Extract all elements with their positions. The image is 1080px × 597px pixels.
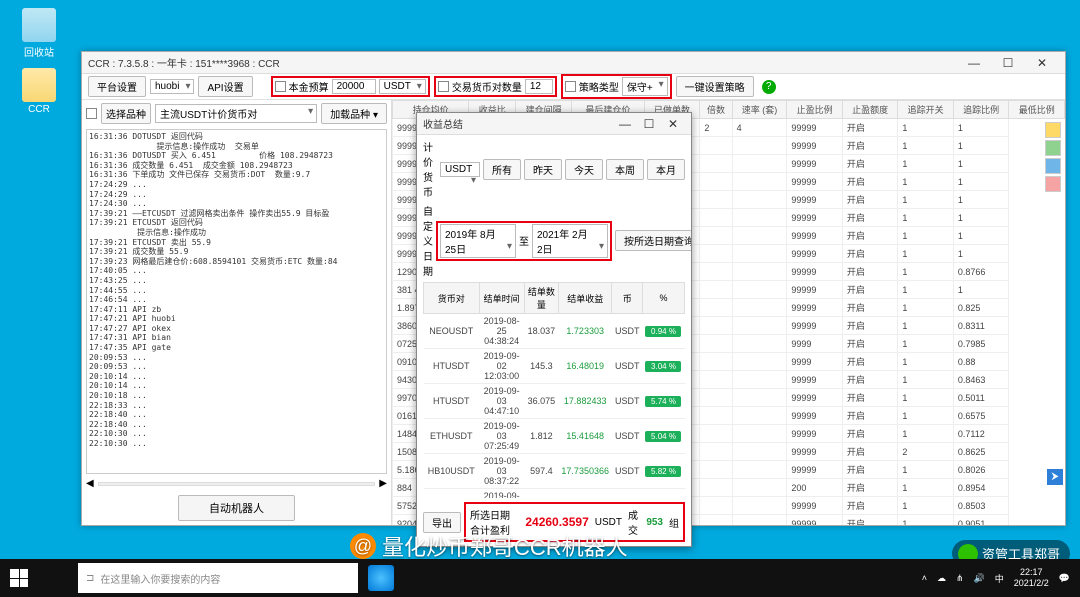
log-textarea[interactable]: 16:31:36 DOTUSDT 返回代码 提示信息:操作成功 交易单 16:3… (86, 129, 387, 474)
platform-config-button[interactable]: 平台设置 (88, 76, 146, 97)
strategy-checkbox[interactable] (565, 81, 576, 92)
range-week-button[interactable]: 本周 (606, 159, 644, 180)
currency-select[interactable]: USDT (440, 162, 480, 177)
taskbar-clock[interactable]: 22:17 2021/2/2 (1014, 567, 1049, 589)
profit-table[interactable]: 货币对结单时间结单数量结单收益币%NEOUSDT2019-08-25 04:38… (423, 282, 685, 498)
window-title: CCR : 7.3.5.8 : 一年卡 : 151****3968 : CCR (88, 55, 280, 70)
taskbar: ⊐ 在这里输入你要搜索的内容 ˄ ☁ ⋔ 🔊 中 22:17 2021/2/2 … (0, 559, 1080, 597)
minimize-button[interactable]: — (957, 53, 991, 73)
select-variety-checkbox[interactable] (86, 108, 97, 119)
popup-close-button[interactable]: ✕ (661, 114, 685, 134)
ccr-label: CCR (28, 104, 50, 115)
principal-unit-select[interactable]: USDT (379, 79, 426, 94)
table-row[interactable]: HB10USDT2019-09-03 08:37:22597.417.73503… (424, 454, 685, 489)
close-button[interactable]: ✕ (1025, 53, 1059, 73)
recycle-label: 回收站 (24, 48, 54, 59)
table-row[interactable]: HTUSDT2019-09-03 04:47:1036.07517.882433… (424, 384, 685, 419)
sum-unit: USDT (595, 517, 622, 528)
clock-time: 22:17 (1014, 567, 1049, 578)
auto-robot-button[interactable]: 自动机器人 (178, 495, 295, 521)
variety-select[interactable]: 主流USDT计价货币对 (155, 104, 317, 123)
recycle-bin-icon[interactable]: 回收站 (14, 8, 64, 59)
maximize-button[interactable]: ☐ (991, 53, 1025, 73)
weibo-icon: @ (350, 533, 376, 559)
popup-title: 收益总结 (423, 116, 463, 131)
side-tab-4[interactable] (1045, 176, 1061, 192)
table-row[interactable]: NTCUSDT2019-09-03 08:40:180.03119.27135U… (424, 489, 685, 499)
strategy-select[interactable]: 保守+ (622, 77, 668, 96)
pair-count-label: 交易货币对数量 (452, 79, 522, 94)
range-month-button[interactable]: 本月 (647, 159, 685, 180)
principal-input[interactable]: 20000 (332, 79, 376, 94)
date-to-select[interactable]: 2021年 2月 2日 (532, 224, 608, 258)
pair-count-input[interactable]: 12 (525, 79, 553, 94)
strategy-label: 策略类型 (579, 79, 619, 94)
date-range-group: 2019年 8月25日 至 2021年 2月 2日 (436, 221, 612, 261)
table-row[interactable]: NEOUSDT2019-08-25 04:38:2418.0371.723303… (424, 314, 685, 349)
platform-select[interactable]: huobi (150, 79, 194, 94)
side-tab-2[interactable] (1045, 140, 1061, 156)
toolbar: 平台设置 huobi API设置 本金预算 20000 USDT 交易货币对数量… (82, 74, 1065, 100)
deal-label: 成交 (628, 507, 640, 537)
popup-maximize-button[interactable]: ☐ (637, 114, 661, 134)
scroll-right-icon[interactable]: ⮞ (1047, 469, 1063, 485)
pair-checkbox[interactable] (438, 81, 449, 92)
sum-value: 24260.3597 (525, 515, 588, 529)
tray-up-icon[interactable]: ˄ (922, 573, 927, 583)
side-tab-3[interactable] (1045, 158, 1061, 174)
side-tabs (1045, 122, 1063, 192)
ime-icon[interactable]: 中 (995, 572, 1004, 585)
watermark-text: 量化炒币郑哥CCR机器人 (382, 530, 628, 562)
deal-value: 953 (646, 517, 663, 528)
start-button[interactable] (0, 559, 38, 597)
edge-icon[interactable] (368, 565, 394, 591)
currency-label: 计价货币 (423, 139, 437, 199)
volume-icon[interactable]: 🔊 (974, 573, 985, 584)
principal-checkbox[interactable] (275, 81, 286, 92)
select-variety-button[interactable]: 选择品种 (101, 103, 151, 124)
query-button[interactable]: 按所选日期查询 (615, 230, 691, 251)
principal-group: 本金预算 20000 USDT (271, 76, 430, 97)
wifi-icon[interactable]: ⋔ (956, 573, 964, 584)
api-config-button[interactable]: API设置 (198, 76, 252, 97)
range-yesterday-button[interactable]: 昨天 (524, 159, 562, 180)
ccr-folder-icon[interactable]: CCR (14, 68, 64, 115)
left-panel: 选择品种 主流USDT计价货币对 加载品种 ▾ 16:31:36 DOTUSDT… (82, 100, 392, 525)
one-key-button[interactable]: 一键设置策略 (676, 76, 754, 97)
search-placeholder: 在这里输入你要搜索的内容 (100, 571, 220, 586)
deal-unit: 组 (669, 515, 679, 530)
main-titlebar: CCR : 7.3.5.8 : 一年卡 : 151****3968 : CCR … (82, 52, 1065, 74)
table-row[interactable]: HTUSDT2019-09-02 12:03:00145.316.48019US… (424, 349, 685, 384)
popup-minimize-button[interactable]: — (613, 114, 637, 134)
date-to-label: 至 (519, 233, 529, 248)
cloud-icon[interactable]: ☁ (937, 573, 946, 584)
custom-date-label: 自定义日期 (423, 203, 433, 278)
load-variety-button[interactable]: 加载品种 ▾ (321, 103, 387, 124)
side-tab-1[interactable] (1045, 122, 1061, 138)
help-icon[interactable]: ? (762, 80, 776, 94)
profit-summary-popup: 收益总结 — ☐ ✕ 计价货币 USDT 所有 昨天 今天 本周 本月 自定义日… (416, 112, 692, 547)
log-scrollbar[interactable] (98, 482, 376, 486)
table-row[interactable]: ETHUSDT2019-09-03 07:25:491.81215.41648U… (424, 419, 685, 454)
clock-date: 2021/2/2 (1014, 578, 1049, 589)
range-today-button[interactable]: 今天 (565, 159, 603, 180)
notification-icon[interactable]: 💬 (1059, 573, 1070, 584)
date-from-select[interactable]: 2019年 8月25日 (440, 224, 516, 258)
pair-count-group: 交易货币对数量 12 (434, 76, 557, 97)
range-all-button[interactable]: 所有 (483, 159, 521, 180)
taskbar-search[interactable]: ⊐ 在这里输入你要搜索的内容 (78, 563, 358, 593)
principal-label: 本金预算 (289, 79, 329, 94)
watermark: @量化炒币郑哥CCR机器人 (350, 530, 628, 562)
strategy-group: 策略类型 保守+ (561, 74, 672, 99)
